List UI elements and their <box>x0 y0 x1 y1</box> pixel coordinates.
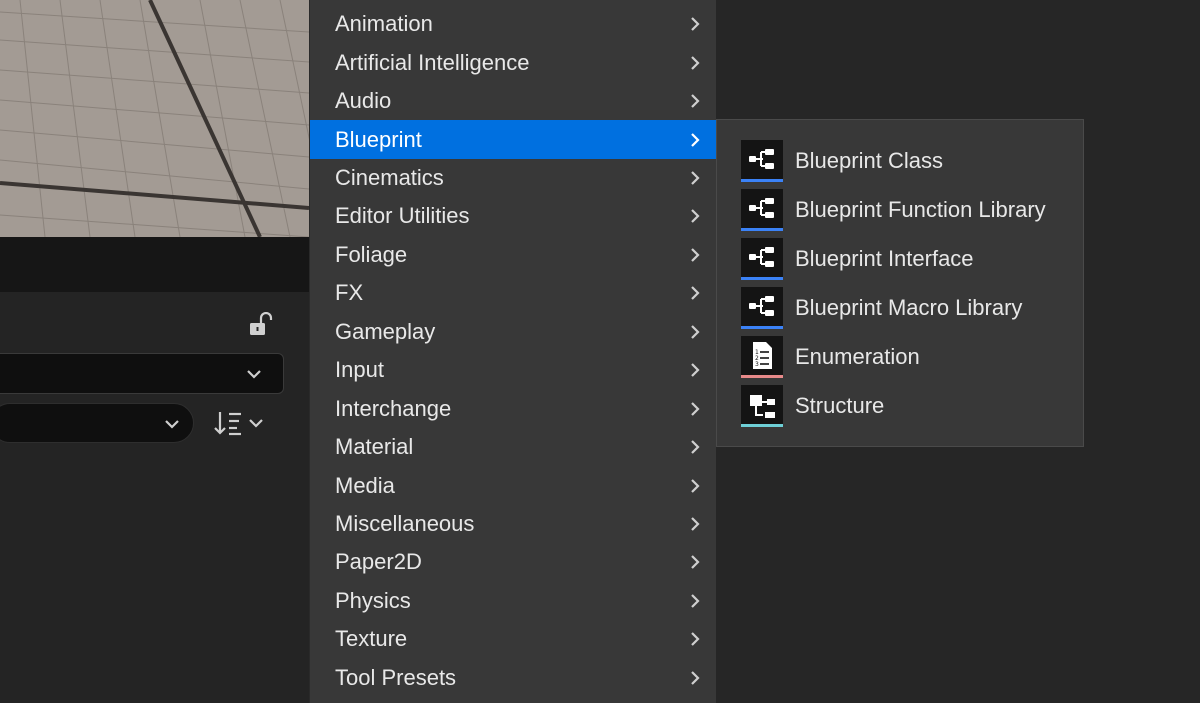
menu-item-editor-utilities[interactable]: Editor Utilities <box>310 197 716 235</box>
asset-category-menu: Animation Artificial Intelligence Audio Blu… <box>309 0 716 703</box>
menu-item-fx[interactable]: FX <box>310 274 716 312</box>
menu-item-label: Input <box>335 357 384 383</box>
submenu-item-label: Structure <box>795 393 885 418</box>
menu-item-material[interactable]: Material <box>310 428 716 466</box>
menu-item-label: Gameplay <box>335 318 436 344</box>
menu-item-label: Artificial Intelligence <box>335 49 530 75</box>
submenu-item-label: Blueprint Interface <box>795 246 974 271</box>
chevron-right-icon <box>691 517 700 531</box>
menu-item-animation[interactable]: Animation <box>310 5 716 43</box>
filter-dropdown[interactable] <box>0 403 194 443</box>
class-dropdown[interactable] <box>0 353 284 394</box>
submenu-item-blueprint-macro-library[interactable]: Blueprint Macro Library <box>717 287 1083 336</box>
menu-item-label: Foliage <box>335 241 408 267</box>
chevron-right-icon <box>691 17 700 31</box>
menu-item-label: Audio <box>335 88 392 114</box>
chevron-right-icon <box>691 555 700 570</box>
blueprint-graph-icon <box>741 238 783 280</box>
sort-descending-icon <box>214 412 263 436</box>
menu-item-tool-presets[interactable]: Tool Presets <box>310 659 716 697</box>
menu-item-label: Material <box>335 434 414 460</box>
blueprint-graph-icon <box>741 287 783 329</box>
viewport-toolbar <box>0 237 309 292</box>
submenu-item-label: Blueprint Function Library <box>795 197 1046 222</box>
submenu-item-blueprint-function-library[interactable]: Blueprint Function Library <box>717 189 1083 238</box>
menu-item-interchange[interactable]: Interchange <box>310 390 716 428</box>
structure-icon <box>741 385 783 427</box>
menu-item-label: Miscellaneous <box>335 511 475 537</box>
menu-item-miscellaneous[interactable]: Miscellaneous <box>310 505 716 543</box>
menu-item-label: Physics <box>335 587 411 613</box>
menu-item-label: Animation <box>335 11 433 37</box>
menu-item-physics[interactable]: Physics <box>310 582 716 620</box>
menu-item-label: Tool Presets <box>335 664 457 690</box>
submenu-item-enumeration[interactable]: 1 2 3 Enumeration <box>717 336 1083 385</box>
chevron-right-icon <box>691 55 700 70</box>
chevron-down-icon <box>247 370 261 379</box>
chevron-right-icon <box>691 171 700 185</box>
floor-grid-image <box>0 0 309 237</box>
chevron-right-icon <box>691 209 700 224</box>
chevron-right-icon <box>691 440 700 454</box>
menu-item-label: Texture <box>335 626 408 652</box>
chevron-right-icon <box>691 248 700 262</box>
chevron-right-icon <box>691 401 700 416</box>
menu-item-label: Blueprint <box>335 126 422 152</box>
submenu-item-blueprint-class[interactable]: Blueprint Class <box>717 140 1083 189</box>
menu-item-gameplay[interactable]: Gameplay <box>310 313 716 351</box>
enumeration-list-icon: 123 <box>741 336 783 378</box>
menu-item-label: Editor Utilities <box>335 203 470 229</box>
chevron-right-icon <box>691 363 700 378</box>
menu-item-label: Interchange <box>335 395 452 421</box>
chevron-right-icon <box>691 632 700 647</box>
menu-item-texture[interactable]: Texture <box>310 620 716 658</box>
menu-item-audio[interactable]: Audio <box>310 82 716 120</box>
submenu-item-blueprint-interface[interactable]: Blueprint Interface <box>717 238 1083 287</box>
chevron-right-icon <box>691 94 700 108</box>
blueprint-graph-icon <box>741 189 783 231</box>
menu-item-label: Media <box>335 472 395 498</box>
chevron-down-icon <box>165 420 179 429</box>
submenu-item-label: Blueprint Class <box>795 148 943 173</box>
menu-item-blueprint[interactable]: Blueprint <box>310 120 716 159</box>
submenu-item-label: Enumeration <box>795 344 920 369</box>
chevron-right-icon <box>691 325 700 339</box>
blueprint-graph-icon <box>741 140 783 182</box>
chevron-right-icon <box>691 132 700 147</box>
sort-button[interactable] <box>212 409 268 437</box>
menu-item-cinematics[interactable]: Cinematics <box>310 159 716 197</box>
chevron-right-icon <box>691 286 700 301</box>
menu-item-media[interactable]: Media <box>310 466 716 504</box>
menu-item-paper2d[interactable]: Paper2D <box>310 543 716 581</box>
level-viewport[interactable] <box>0 0 309 237</box>
blueprint-submenu: Blueprint Class Blueprint Function Librar… <box>716 119 1084 447</box>
menu-item-label: FX <box>335 280 364 306</box>
chevron-right-icon <box>691 671 700 685</box>
menu-item-artificial-intelligence[interactable]: Artificial Intelligence <box>310 43 716 81</box>
menu-item-label: Paper2D <box>335 549 422 575</box>
unlocked-padlock-icon[interactable] <box>247 311 273 338</box>
menu-item-input[interactable]: Input <box>310 351 716 389</box>
menu-item-foliage[interactable]: Foliage <box>310 236 716 274</box>
submenu-item-structure[interactable]: Structure <box>717 385 1083 434</box>
chevron-right-icon <box>691 478 700 493</box>
submenu-item-label: Blueprint Macro Library <box>795 295 1023 320</box>
chevron-right-icon <box>691 594 700 608</box>
menu-item-label: Cinematics <box>335 164 444 190</box>
svg-text:3: 3 <box>755 361 759 368</box>
